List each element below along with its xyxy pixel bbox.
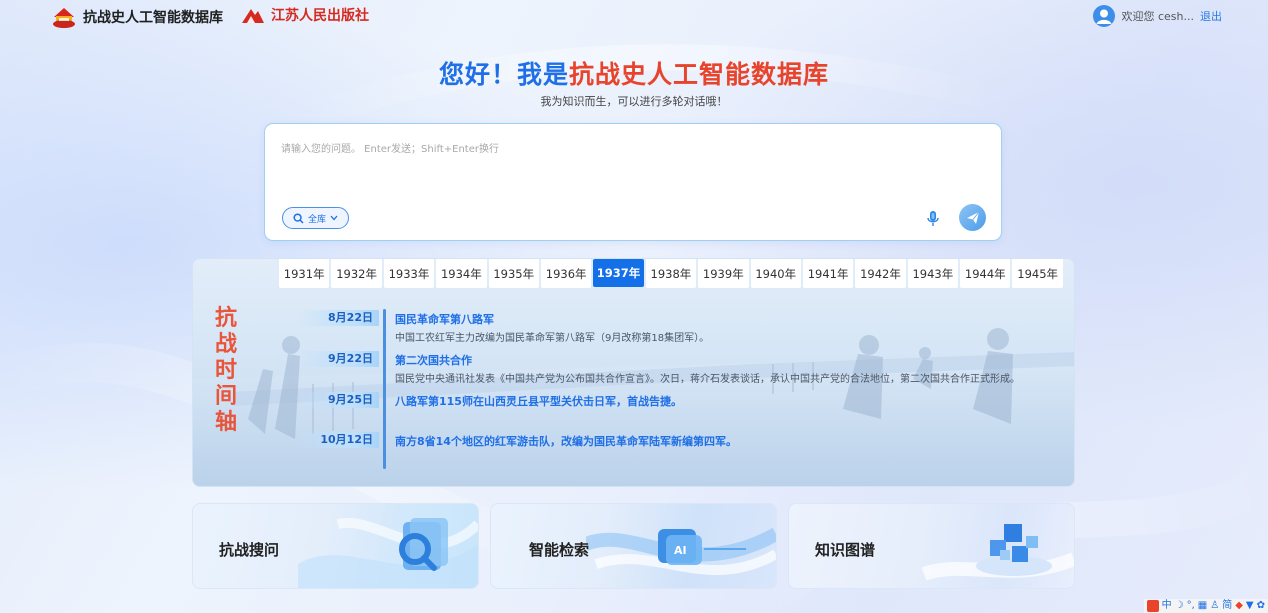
skin-icon[interactable]: ◆ — [1235, 600, 1243, 612]
year-tab[interactable]: 1933年 — [383, 259, 435, 288]
brand-name: 抗战史人工智能数据库 — [83, 10, 223, 26]
publisher-logo-icon — [242, 9, 264, 23]
timeline-title-char: 战 — [214, 331, 237, 357]
timeline-title-char: 时 — [214, 357, 237, 383]
send-button[interactable] — [959, 204, 986, 231]
year-tabs: 1931年 1932年 1933年 1934年 1935年 1936年 1937年 1938年… — [279, 259, 1063, 288]
timeline-title-char: 轴 — [214, 409, 237, 435]
moon-icon[interactable]: ☽ — [1175, 600, 1184, 612]
timeline-axis — [383, 309, 386, 469]
cube-graph-icon — [921, 524, 1074, 581]
scope-select[interactable]: 全库 — [282, 207, 349, 229]
event-date: 10月12日 — [297, 432, 379, 448]
event-description: 中国工农红军主力改编为国民革命军第八路军（9月改称第18集团军）。 — [395, 333, 710, 344]
war-timeline: 1931年 1932年 1933年 1934年 1935年 1936年 1937年 1938年… — [192, 258, 1075, 487]
question-panel: 全库 — [264, 123, 1002, 241]
timeline-title-char: 间 — [214, 383, 237, 409]
page-title: 您好！我是抗战史人工智能数据库 — [0, 55, 1268, 91]
year-tab[interactable]: 1936年 — [540, 259, 592, 288]
magnifier-document-icon — [298, 517, 478, 588]
settings-icon[interactable]: ✿ — [1257, 600, 1265, 612]
chevron-down-icon — [330, 215, 338, 221]
microphone-icon[interactable] — [925, 210, 941, 228]
year-tab[interactable]: 1934年 — [436, 259, 487, 288]
punctuation-icon[interactable]: °, — [1187, 600, 1195, 612]
event-date: 9月22日 — [297, 351, 379, 367]
card-label: 知识图谱 — [815, 541, 876, 559]
card-war-search[interactable]: 抗战搜问 — [192, 503, 479, 589]
event-description: 国民党中央通讯社发表《中国共产党为公布国共合作宣言》。次日，蒋介石发表谈话，承认… — [395, 374, 1020, 385]
keyboard-icon[interactable]: ▦ — [1198, 600, 1207, 612]
ai-chip-icon: AI — [586, 527, 776, 575]
title-highlight: 抗战史人工智能数据库 — [569, 60, 830, 89]
brand-logo[interactable]: 抗战史人工智能数据库 — [51, 5, 223, 29]
event-title[interactable]: 第二次国共合作 — [395, 352, 472, 368]
card-knowledge-graph[interactable]: 知识图谱 — [788, 503, 1075, 589]
ime-lang-label[interactable]: 中 — [1162, 600, 1172, 612]
year-tab[interactable]: 1937年 — [593, 259, 644, 287]
search-icon — [293, 212, 304, 224]
event-date: 9月25日 — [297, 392, 379, 408]
user-area: 欢迎您 cesh... 退出 — [1093, 5, 1222, 27]
top-header: 抗战史人工智能数据库 江苏人民出版社 欢迎您 cesh... 退出 — [0, 0, 1268, 36]
event-title[interactable]: 八路军第115师在山西灵丘县平型关伏击日军，首战告捷。 — [395, 393, 682, 409]
title-prefix: 您好！我是 — [438, 60, 569, 89]
card-label: 智能检索 — [529, 541, 590, 559]
year-tab[interactable]: 1931年 — [279, 259, 330, 288]
year-tab[interactable]: 1939年 — [698, 259, 749, 288]
year-tab[interactable]: 1944年 — [960, 259, 1011, 288]
card-label: 抗战搜问 — [219, 541, 280, 559]
year-tab[interactable]: 1938年 — [645, 259, 697, 288]
ime-logo-icon[interactable] — [1146, 600, 1159, 612]
logout-link[interactable]: 退出 — [1200, 8, 1222, 24]
send-icon — [966, 211, 979, 224]
year-tab[interactable]: 1940年 — [750, 259, 801, 288]
publisher-logo[interactable]: 江苏人民出版社 — [241, 5, 369, 25]
event-title[interactable]: 国民革命军第八路军 — [395, 311, 494, 327]
ime-toolbar: 中 ☽ °, ▦ ♙ 简 ◆ ▼ ✿ — [1143, 599, 1268, 613]
shirt-icon[interactable]: ▼ — [1246, 600, 1254, 612]
publisher-name: 江苏人民出版社 — [271, 8, 369, 24]
event-date: 8月22日 — [297, 310, 379, 326]
year-tab[interactable]: 1945年 — [1012, 259, 1063, 288]
user-icon[interactable]: ♙ — [1210, 600, 1219, 612]
year-tab[interactable]: 1932年 — [331, 259, 382, 288]
timeline-title: 抗战时间轴 — [211, 305, 241, 435]
year-tab[interactable]: 1935年 — [488, 259, 539, 288]
page-subtitle: 我为知识而生，可以进行多轮对话哦！ — [540, 95, 728, 108]
event-title[interactable]: 南方8省14个地区的红军游击队，改编为国民革命军陆军新编第四军。 — [395, 433, 737, 449]
card-smart-search[interactable]: AI 智能检索 — [490, 503, 777, 589]
year-tab[interactable]: 1943年 — [907, 259, 959, 288]
avatar-icon[interactable] — [1093, 5, 1116, 27]
year-tab[interactable]: 1941年 — [802, 259, 854, 288]
timeline-title-char: 抗 — [214, 305, 237, 331]
ime-charset-label[interactable]: 简 — [1222, 600, 1232, 612]
welcome-text: 欢迎您 cesh... — [1121, 10, 1194, 23]
database-logo-icon — [53, 8, 75, 28]
scope-label: 全库 — [307, 214, 326, 225]
question-input[interactable] — [281, 140, 981, 190]
svg-text:AI: AI — [674, 544, 687, 557]
year-tab[interactable]: 1942年 — [855, 259, 906, 288]
